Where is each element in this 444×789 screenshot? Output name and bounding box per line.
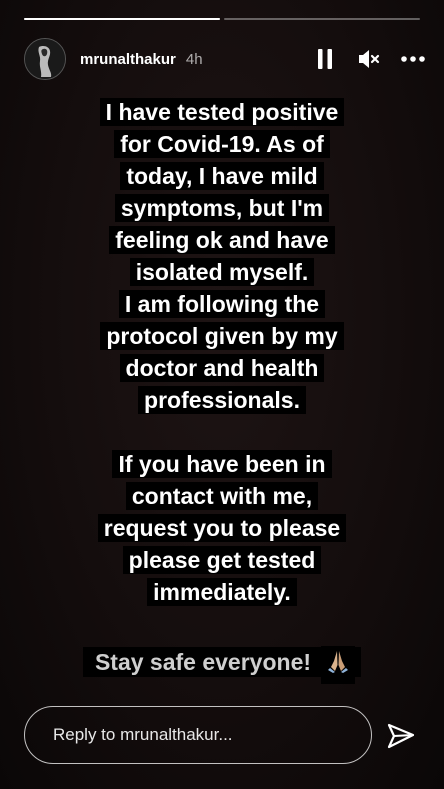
- story-controls: [312, 46, 426, 72]
- story-text-line: for Covid-19. As of: [0, 128, 444, 160]
- story-text-line: contact with me,: [0, 480, 444, 512]
- story-text-span: today, I have mild: [120, 162, 324, 190]
- story-header: mrunalthakur 4h: [24, 36, 426, 82]
- username[interactable]: mrunalthakur: [80, 51, 176, 68]
- profile-photo-icon: [25, 39, 65, 79]
- story-text-span: doctor and health: [119, 354, 325, 382]
- story-text-span: isolated myself.: [129, 258, 315, 286]
- more-options-button[interactable]: [400, 46, 426, 72]
- speaker-muted-icon: [359, 50, 380, 68]
- story-text-line: If you have been in: [0, 448, 444, 480]
- progress-segment-1: [24, 18, 220, 20]
- timestamp: 4h: [185, 50, 203, 68]
- story-text-line: request you to please: [0, 512, 444, 544]
- story-text-span: I have tested positive: [99, 98, 345, 126]
- story-text-span: symptoms, but I'm: [114, 194, 330, 222]
- reply-bar[interactable]: [24, 706, 372, 764]
- story-text-span: immediately.: [147, 578, 297, 606]
- story-text-line: symptoms, but I'm: [0, 192, 444, 224]
- mute-button[interactable]: [356, 46, 382, 72]
- story-text-line: immediately.: [0, 576, 444, 608]
- closing-text: Stay safe everyone!: [88, 647, 318, 677]
- pause-icon: [318, 49, 332, 69]
- story-text-line: I am following the: [0, 288, 444, 320]
- story-text-line: isolated myself.: [0, 256, 444, 288]
- story-text-span: contact with me,: [125, 482, 319, 510]
- story-text-line: today, I have mild: [0, 160, 444, 192]
- story-text: I have tested positive for Covid-19. As o…: [0, 96, 444, 608]
- folded-hands-icon: [321, 646, 356, 684]
- closing-line: Stay safe everyone!: [0, 645, 444, 684]
- story-progress: [24, 18, 420, 20]
- more-options-icon: [401, 56, 425, 62]
- story-text-span: If you have been in: [112, 450, 332, 478]
- story-text-line: protocol given by my: [0, 320, 444, 352]
- story-text-line: please get tested: [0, 544, 444, 576]
- story-text-span: I am following the: [118, 290, 326, 318]
- reply-input[interactable]: [51, 724, 355, 746]
- story-viewer: mrunalthakur 4h I have tested positive f…: [0, 0, 444, 789]
- progress-segment-2: [224, 18, 420, 20]
- story-text-span: feeling ok and have: [109, 226, 335, 254]
- story-text-span: protocol given by my: [100, 322, 344, 350]
- story-text-span: request you to please: [97, 514, 347, 542]
- avatar[interactable]: [24, 38, 66, 80]
- send-icon: [387, 723, 415, 749]
- story-text-line: I have tested positive: [0, 96, 444, 128]
- story-text-span: professionals.: [138, 386, 306, 414]
- story-text-span: please get tested: [122, 546, 322, 574]
- story-text-line: doctor and health: [0, 352, 444, 384]
- pause-button[interactable]: [312, 46, 338, 72]
- story-text-span: for Covid-19. As of: [114, 130, 330, 158]
- story-text-line: feeling ok and have: [0, 224, 444, 256]
- send-button[interactable]: [384, 719, 418, 753]
- story-text-line: professionals.: [0, 384, 444, 416]
